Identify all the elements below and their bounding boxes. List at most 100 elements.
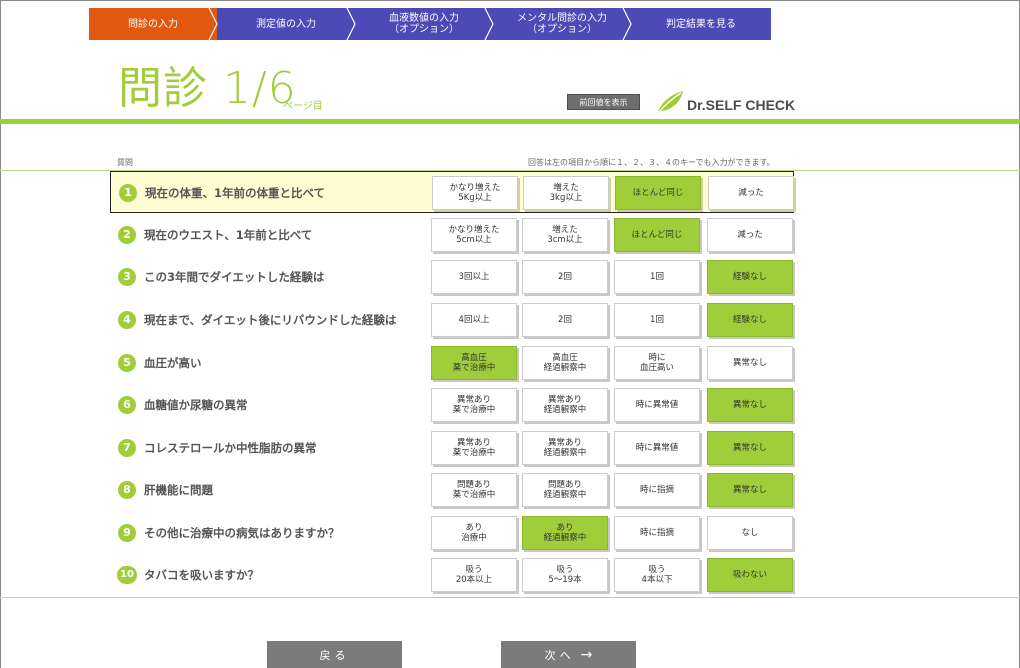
step-separator-icon	[208, 8, 218, 40]
question-text: 血圧が高い	[144, 356, 202, 370]
answer-option-3[interactable]: 時に 血圧高い	[614, 346, 700, 380]
arrow-right-icon: →	[580, 646, 593, 663]
question-row: 1 現在の体重、1年前の体重と比べて かなり増えた 5Kg以上 増えた 3kg以上 ほと…	[110, 171, 794, 213]
step-label: 血液数値の入力 （オプション）	[389, 13, 459, 35]
answer-option-1[interactable]: 問題あり 薬で治療中	[431, 473, 517, 507]
page-title-suffix: ページ目	[283, 101, 323, 112]
question-text: 肝機能に問題	[144, 483, 213, 497]
answer-option-1[interactable]: かなり増えた 5Kg以上	[432, 176, 518, 210]
answer-option-2[interactable]: 増えた 3kg以上	[523, 176, 609, 210]
answer-option-3[interactable]: 吸う 4本以下	[614, 558, 700, 592]
answer-option-1[interactable]: 3回以上	[431, 260, 517, 294]
question-text: 現在まで、ダイエット後にリバウンドした経験は	[144, 313, 397, 327]
answer-option-4[interactable]: 異常なし	[707, 388, 793, 422]
answer-option-4[interactable]: なし	[707, 516, 793, 550]
step-separator-icon	[346, 8, 356, 40]
step-4[interactable]: メンタル問診の入力 （オプション）	[493, 8, 632, 40]
answer-option-4[interactable]: 異常なし	[707, 473, 793, 507]
answer-option-2[interactable]: 2回	[522, 303, 608, 337]
question-text: タバコを吸いますか？	[144, 568, 259, 582]
answer-option-1[interactable]: 高血圧 薬で治療中	[431, 346, 517, 380]
logo: Dr.SELF CHECK	[655, 89, 795, 115]
step-1[interactable]: 問診の入力	[89, 8, 218, 40]
answer-option-2[interactable]: 2回	[522, 260, 608, 294]
answer-option-4[interactable]: 異常なし	[707, 346, 793, 380]
answer-option-2[interactable]: 増えた 3cm以上	[522, 218, 608, 252]
answer-option-1[interactable]: 吸う 20本以上	[431, 558, 517, 592]
question-row: 8 肝機能に問題 問題あり 薬で治療中 問題あり 経過観察中 時に指摘 異常なし	[110, 469, 794, 511]
answer-option-1[interactable]: 異常あり 薬で治療中	[431, 388, 517, 422]
question-row: 10 タバコを吸いますか？ 吸う 20本以上 吸う 5～19本 吸う 4本以下 吸わない	[110, 554, 794, 596]
step-separator-icon	[484, 8, 494, 40]
answer-option-4[interactable]: 減った	[708, 176, 794, 210]
question-number-badge: 2	[118, 226, 136, 244]
page-title: 問診 1/6	[118, 63, 297, 114]
header-divider	[0, 119, 1020, 124]
answer-option-3[interactable]: 時に指摘	[614, 516, 700, 550]
question-row: 4 現在まで、ダイエット後にリバウンドした経験は 4回以上 2回 1回 経験なし	[110, 299, 794, 341]
question-row: 5 血圧が高い 高血圧 薬で治療中 高血圧 経過観察中 時に 血圧高い 異常なし	[110, 342, 794, 384]
question-text: 現在のウエスト、1年前と比べて	[144, 228, 313, 242]
question-text: この3年間でダイエットした経験は	[144, 270, 325, 284]
question-text: コレステロールか中性脂肪の異常	[144, 441, 317, 455]
question-number-badge: 4	[118, 311, 136, 329]
question-number-badge: 5	[118, 354, 136, 372]
question-number-badge: 8	[118, 481, 136, 499]
question-text: 現在の体重、1年前の体重と比べて	[145, 186, 326, 200]
answer-option-2[interactable]: 異常あり 経過観察中	[522, 388, 608, 422]
logo-text: Dr.SELF CHECK	[687, 97, 796, 113]
next-button[interactable]: 次へ →	[501, 641, 636, 668]
step-5[interactable]: 判定結果を見る	[631, 8, 771, 40]
leaf-icon	[657, 91, 683, 114]
question-row: 6 血糖値か尿糖の異常 異常あり 薬で治療中 異常あり 経過観察中 時に異常値 異常なし	[110, 384, 794, 426]
show-previous-values-button[interactable]: 前回値を表示	[567, 94, 640, 110]
question-text: その他に治療中の病気はありますか？	[144, 526, 340, 540]
question-number-badge: 9	[118, 524, 136, 542]
question-number-badge: 1	[119, 184, 137, 202]
next-button-label: 次へ	[544, 648, 575, 662]
answer-option-4[interactable]: 吸わない	[707, 558, 793, 592]
step-label: 測定値の入力	[256, 18, 316, 30]
answer-option-2[interactable]: 高血圧 経過観察中	[522, 346, 608, 380]
question-row: 7 コレステロールか中性脂肪の異常 異常あり 薬で治療中 異常あり 経過観察中 時に異常…	[110, 427, 794, 469]
back-button-label: 戻る	[319, 648, 350, 662]
answer-option-1[interactable]: かなり増えた 5cm以上	[431, 218, 517, 252]
answer-option-3[interactable]: ほとんど同じ	[614, 218, 700, 252]
answer-option-1[interactable]: 4回以上	[431, 303, 517, 337]
table-bottom-rule	[0, 597, 1020, 598]
answer-option-2[interactable]: 問題あり 経過観察中	[522, 473, 608, 507]
step-label: 判定結果を見る	[666, 18, 736, 30]
question-row: 9 その他に治療中の病気はありますか？ あり 治療中 あり 経過観察中 時に指摘 なし	[110, 512, 794, 554]
answer-option-3[interactable]: 時に指摘	[614, 473, 700, 507]
back-button[interactable]: 戻る	[267, 641, 402, 668]
answer-option-1[interactable]: あり 治療中	[431, 516, 517, 550]
question-row: 3 この3年間でダイエットした経験は 3回以上 2回 1回 経験なし	[110, 256, 794, 298]
question-column-label: 質問	[117, 158, 133, 167]
question-number-badge: 3	[118, 268, 136, 286]
step-label: 問診の入力	[128, 18, 178, 30]
question-number-badge: 7	[118, 439, 136, 457]
keyboard-hint: 回答は左の項目から順に１、２、３、４のキーでも入力ができます。	[528, 158, 775, 167]
answer-option-2[interactable]: 吸う 5～19本	[522, 558, 608, 592]
question-text: 血糖値か尿糖の異常	[144, 398, 248, 412]
answer-option-3[interactable]: 時に異常値	[614, 388, 700, 422]
question-row: 2 現在のウエスト、1年前と比べて かなり増えた 5cm以上 増えた 3cm以上 ほとん…	[110, 214, 794, 256]
answer-option-4[interactable]: 異常なし	[707, 431, 793, 465]
step-navigation: 問診の入力 測定値の入力 血液数値の入力 （オプション） メンタル問診の入力 （オプシ…	[89, 8, 771, 40]
answer-option-2[interactable]: あり 経過観察中	[522, 516, 608, 550]
step-label: メンタル問診の入力 （オプション）	[517, 13, 607, 35]
answer-option-3[interactable]: 時に異常値	[614, 431, 700, 465]
answer-option-1[interactable]: 異常あり 薬で治療中	[431, 431, 517, 465]
answer-option-2[interactable]: 異常あり 経過観察中	[522, 431, 608, 465]
step-separator-icon	[622, 8, 632, 40]
answer-option-3[interactable]: ほとんど同じ	[615, 176, 701, 210]
answer-option-4[interactable]: 経験なし	[707, 303, 793, 337]
question-number-badge: 6	[118, 396, 136, 414]
answer-option-4[interactable]: 減った	[707, 218, 793, 252]
answer-option-4[interactable]: 経験なし	[707, 260, 793, 294]
answer-option-3[interactable]: 1回	[614, 260, 700, 294]
question-number-badge: 10	[117, 566, 137, 584]
step-2[interactable]: 測定値の入力	[217, 8, 356, 40]
step-3[interactable]: 血液数値の入力 （オプション）	[355, 8, 494, 40]
answer-option-3[interactable]: 1回	[614, 303, 700, 337]
